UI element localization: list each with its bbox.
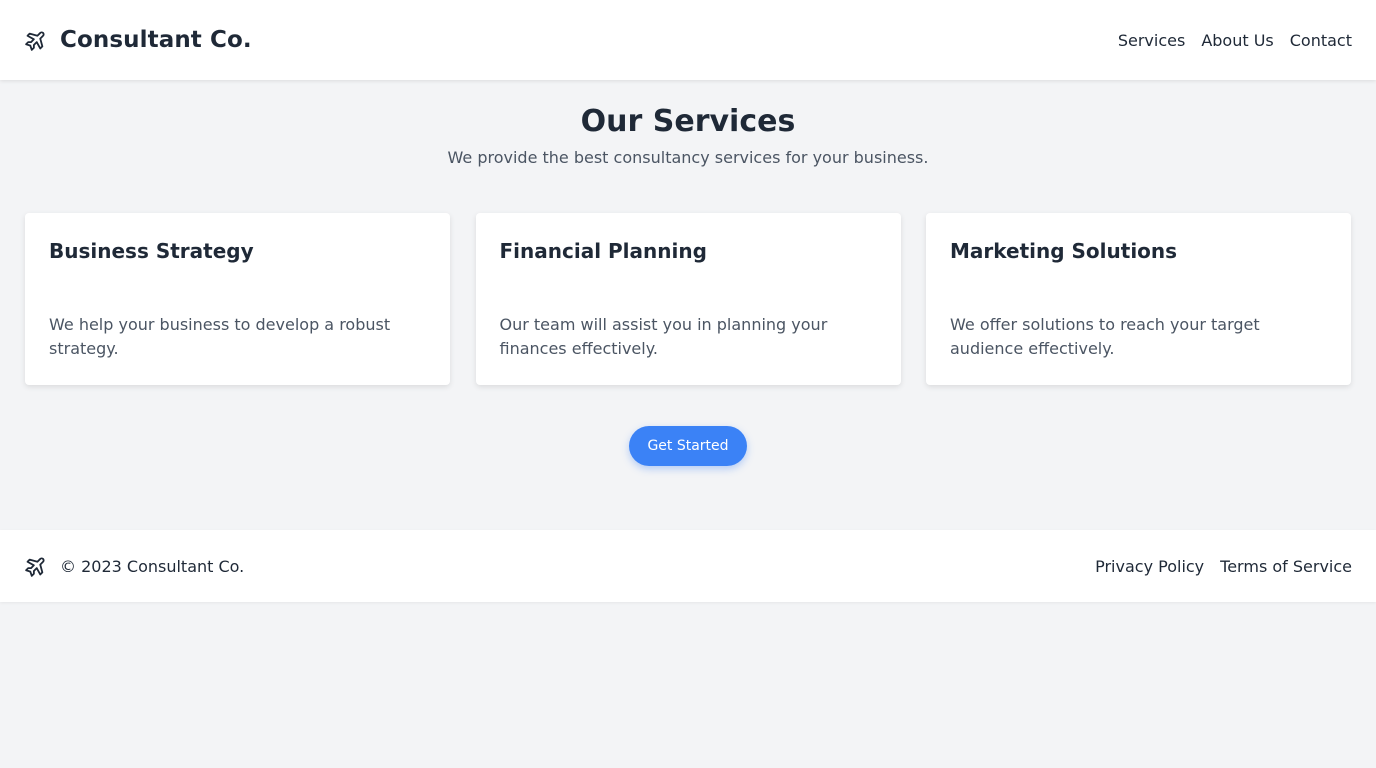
nav-link-services[interactable]: Services	[1118, 31, 1185, 50]
brand-name: Consultant Co.	[60, 27, 252, 53]
main-content: Our Services We provide the best consult…	[0, 80, 1376, 466]
copyright-text: © 2023 Consultant Co.	[60, 556, 245, 576]
nav-link-contact[interactable]: Contact	[1290, 31, 1352, 50]
service-card-business-strategy: Business Strategy We help your business …	[25, 213, 450, 385]
page-subtitle: We provide the best consultancy services…	[447, 148, 929, 167]
card-title: Marketing Solutions	[950, 239, 1178, 263]
footer-brand: © 2023 Consultant Co.	[24, 554, 244, 578]
footer-links: Privacy Policy Terms of Service	[1079, 557, 1352, 576]
site-footer: © 2023 Consultant Co. Privacy Policy Ter…	[0, 530, 1376, 602]
service-card-financial-planning: Financial Planning Our team will assist …	[475, 213, 901, 385]
main-nav: Services About Us Contact	[1102, 31, 1352, 50]
airplane-icon	[24, 28, 48, 52]
card-text: We help your business to develop a robus…	[49, 315, 391, 358]
card-title: Business Strategy	[49, 239, 254, 263]
brand[interactable]: Consultant Co.	[24, 27, 252, 53]
terms-of-service-link[interactable]: Terms of Service	[1220, 557, 1352, 576]
service-cards: Business Strategy We help your business …	[25, 213, 1351, 385]
page-title: Our Services	[580, 104, 796, 139]
site-header: Consultant Co. Services About Us Contact	[0, 0, 1376, 80]
card-title: Financial Planning	[499, 239, 707, 263]
card-text: We offer solutions to reach your target …	[950, 315, 1260, 358]
card-text: Our team will assist you in planning you…	[499, 315, 828, 358]
airplane-icon	[24, 554, 48, 578]
service-card-marketing-solutions: Marketing Solutions We offer solutions t…	[926, 213, 1351, 385]
privacy-policy-link[interactable]: Privacy Policy	[1095, 557, 1204, 576]
get-started-button[interactable]: Get Started	[629, 426, 747, 466]
nav-link-about-us[interactable]: About Us	[1201, 31, 1273, 50]
